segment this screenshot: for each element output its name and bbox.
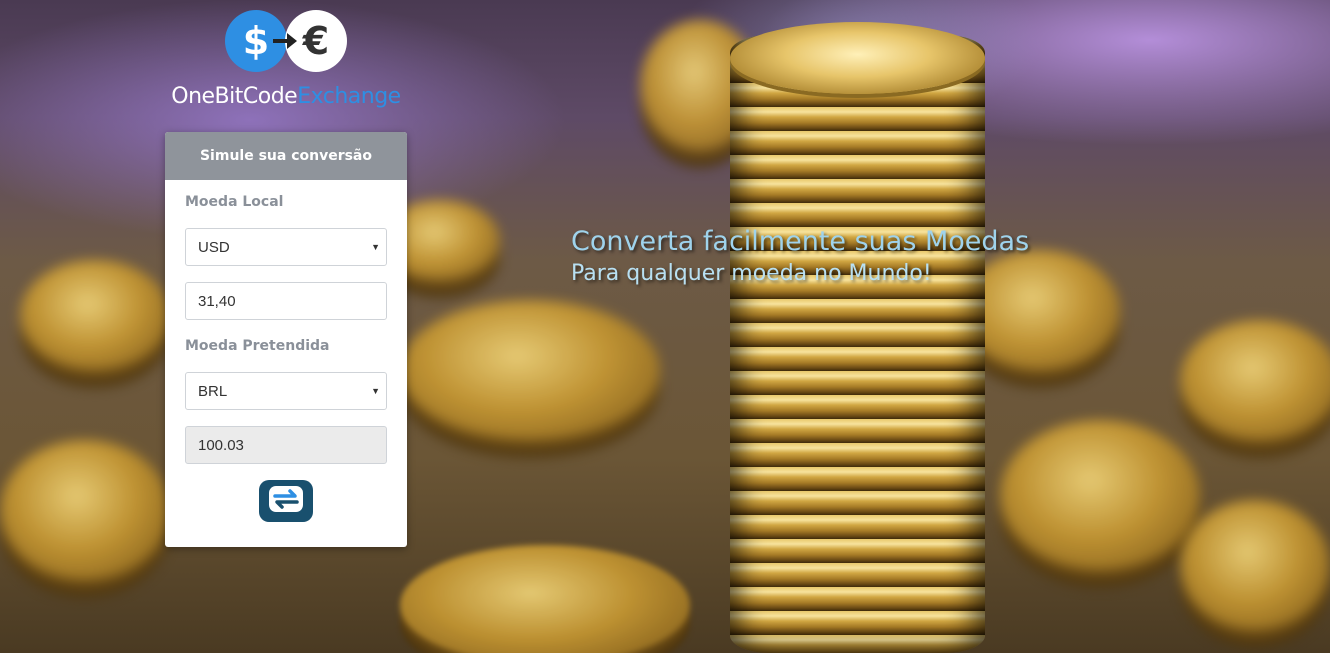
hero-subtitle: Para qualquer moeda no Mundo! [571,261,932,286]
brand-name: OneBitCodeExchange [165,84,407,109]
coin-stack [730,35,985,653]
caret-down-icon: ▼ [371,242,380,252]
coin-stack-top [730,22,985,94]
background-coin [400,300,660,440]
amount-value: 31,40 [198,292,236,310]
amount-input[interactable]: 31,40 [185,282,387,320]
background-coin [1000,420,1200,570]
brand-name-part1: OneBitCode [171,84,298,109]
converter-body: Moeda Local USD ▼ 31,40 Moeda Pretendida… [165,180,407,522]
result-field: 100.03 [185,426,387,464]
result-value: 100.03 [198,436,244,454]
background-coin [1180,500,1330,630]
background-coin [1180,320,1330,440]
background-coin [400,545,690,653]
target-currency-select[interactable]: BRL ▼ [185,372,387,410]
hero: Converta facilmente suas Moedas Para qua… [571,226,1029,286]
local-currency-label: Moeda Local [185,194,284,210]
local-currency-value: USD [198,238,230,256]
brand-name-part2: Exchange [297,84,401,109]
target-currency-label: Moeda Pretendida [185,338,330,354]
convert-button[interactable] [259,480,313,522]
background-coin [20,260,170,370]
hero-title: Converta facilmente suas Moedas [571,226,1030,257]
converter-header: Simule sua conversão [165,132,407,180]
converter-card: Simule sua conversão Moeda Local USD ▼ 3… [165,132,407,547]
logo-icons: $ € [221,10,351,74]
target-currency-value: BRL [198,382,228,400]
page-background: $ € OneBitCodeExchange Simule sua conver… [0,0,1330,653]
arrow-right-icon [271,30,301,52]
brand-logo[interactable]: $ € OneBitCodeExchange [165,10,407,109]
background-coin [0,440,170,580]
local-currency-select[interactable]: USD ▼ [185,228,387,266]
caret-down-icon: ▼ [371,386,380,396]
exchange-arrows-icon [265,483,307,519]
